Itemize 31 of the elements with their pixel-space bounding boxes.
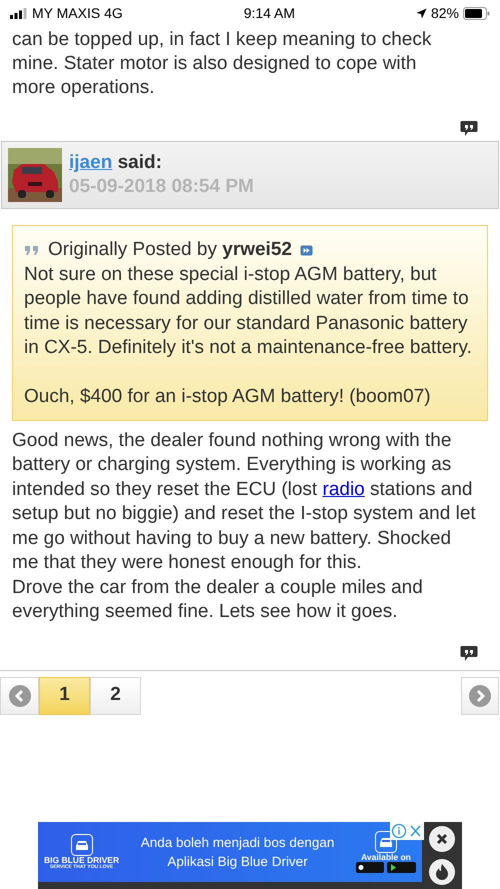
ad-available: Available on <box>361 852 411 862</box>
chevron-right-icon <box>469 684 491 706</box>
store-badges-drawing[interactable] <box>356 862 416 874</box>
battery-percent: 82% <box>430 4 459 22</box>
text-link[interactable]: radio <box>322 478 365 500</box>
quote-icon[interactable] <box>460 120 478 137</box>
close-icon[interactable] <box>429 826 455 852</box>
car-icon <box>70 834 93 856</box>
quote-attribution: Originally Posted by yrwei52 <box>48 238 292 262</box>
next-page-button[interactable] <box>461 676 499 714</box>
flame-icon[interactable] <box>429 859 455 886</box>
ad-headline: Anda boleh menjadi bos dengan Aplikasi Big Blue Driver <box>140 834 336 871</box>
quote-text: Not sure on these special i-stop AGM battery, but people have found adding distilled water from time to time is necessary for our standard Panasonic battery in CX-5. Definitely it's not a maintenance-free battery. <box>24 262 473 360</box>
previous-page-button[interactable] <box>0 676 39 714</box>
ad-brand: BIG BLUE DRIVER <box>44 856 120 865</box>
status-time: 9:14 AM <box>244 4 296 22</box>
post-text: can be topped up, in fact I keep meaning to check mine. Stater motor is also designed to cope with more operations. <box>11 28 432 100</box>
chevron-left-icon <box>8 684 30 706</box>
page-button[interactable]: 2 <box>90 676 141 714</box>
carrier-name: MY MAXIS 4G <box>32 4 123 22</box>
view-post-icon[interactable] <box>300 244 313 256</box>
author-line: ijaen said: <box>69 151 163 175</box>
signal-icon <box>10 8 28 18</box>
battery-icon <box>463 6 490 20</box>
quote-text: Ouch, $400 for an i-stop AGM battery! (boom07) <box>24 385 432 409</box>
ad-info-close-icon[interactable] <box>390 822 424 840</box>
post-body: Good news, the dealer found nothing wrong with the battery or charging system. Everything is working as intended so they reset the ECU (lost radio stations and setup but no biggie) and reset the I-stop system and let me go without having to buy a new battery. Shocked me that they were honest enough for this. Drove the car from the dealer a couple miles and everything seemed fine. Lets see how it goes. <box>11 428 477 624</box>
page-button[interactable]: 1 <box>39 676 90 714</box>
quote-marks-icon <box>24 244 40 256</box>
location-icon <box>416 8 427 18</box>
quote-icon[interactable] <box>460 644 478 662</box>
